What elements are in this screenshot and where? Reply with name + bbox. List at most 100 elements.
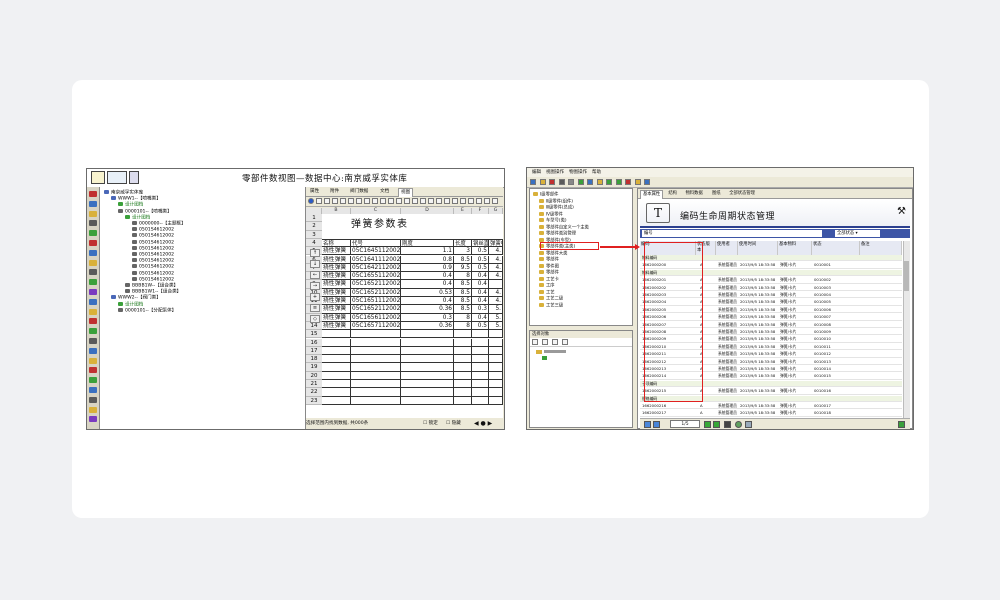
tool-icon[interactable] (89, 240, 97, 246)
toolbar-icon[interactable] (452, 198, 458, 204)
right-tree-panel[interactable]: Ⅰ级零部件 Ⅱ级零件(组件) Ⅲ级零件(总成) Ⅳ级零件 车型号(类) 零部件自定义一个主… (529, 188, 633, 326)
empty-cell[interactable] (351, 330, 401, 339)
table-cell[interactable]: 8.5 (454, 255, 472, 264)
tree-node[interactable]: 0501S4612002 (132, 227, 174, 233)
toolbar-icon[interactable] (587, 179, 593, 185)
empty-cell[interactable] (322, 330, 351, 339)
table-cell[interactable]: 8.5 (454, 305, 472, 314)
toolbar-icon[interactable] (468, 198, 474, 204)
toolbar-icon[interactable] (492, 198, 498, 204)
empty-cell[interactable] (322, 363, 351, 372)
empty-cell[interactable] (401, 355, 454, 364)
empty-cell[interactable] (472, 338, 489, 347)
toolbar-icon[interactable] (436, 198, 442, 204)
table-cell[interactable]: 4. (489, 247, 503, 256)
table-cell[interactable]: 05C1642112002 (351, 263, 401, 273)
table-cell[interactable]: 0.4 (472, 272, 489, 281)
sheet-tool-button[interactable]: ↑ (310, 249, 320, 257)
tab-3[interactable]: 图纸 (710, 190, 723, 198)
tree-node[interactable]: 零部件 (539, 257, 559, 263)
empty-cell[interactable] (454, 346, 472, 356)
empty-cell[interactable] (472, 330, 489, 339)
empty-cell[interactable] (351, 380, 401, 389)
tree-node[interactable]: 0501S4612002 (132, 276, 174, 283)
table-cell[interactable]: 1.1 (401, 247, 454, 256)
table-header-cell[interactable]: 备注 (860, 241, 902, 255)
empty-cell[interactable] (472, 371, 489, 380)
empty-cell[interactable] (472, 355, 489, 364)
toolbar-icon[interactable] (332, 198, 338, 204)
table-cell[interactable]: 8 (454, 272, 472, 281)
table-cell[interactable]: 05C1657112002 (351, 321, 401, 331)
table-cell[interactable]: 0.36 (401, 305, 454, 314)
table-cell[interactable]: 挠性弹簧 (322, 305, 351, 314)
empty-cell[interactable] (351, 388, 401, 397)
tree-node[interactable]: 工序 (539, 283, 555, 289)
tree-node[interactable]: 零部件自定义一个主类 (539, 224, 589, 231)
menu-item[interactable]: 物图操作 (569, 170, 587, 175)
tool-icon[interactable] (89, 338, 97, 344)
empty-cell[interactable] (489, 355, 503, 364)
empty-cell[interactable] (351, 371, 401, 380)
table-cell[interactable] (489, 280, 503, 289)
empty-cell[interactable] (454, 380, 472, 389)
toolbar-icon[interactable] (356, 198, 362, 204)
tree-node[interactable]: 零件图 (539, 263, 559, 270)
table-cell[interactable]: 05C1645112002 (351, 247, 401, 256)
table-cell[interactable]: 0.4 (472, 297, 489, 306)
toolbar-icon[interactable] (388, 198, 394, 204)
empty-cell[interactable] (322, 346, 351, 356)
toolbar-icon[interactable] (340, 198, 346, 204)
tool-icon[interactable] (89, 298, 97, 305)
toolbar-icon[interactable] (444, 198, 450, 204)
tree-node[interactable]: Ⅲ级零件(总成) (539, 205, 574, 211)
table-cell[interactable]: 3 (454, 247, 472, 256)
delete-icon[interactable] (542, 339, 548, 345)
menu-item[interactable]: 编辑 (532, 170, 541, 175)
table-header-cell[interactable]: 使用者 (716, 241, 738, 255)
empty-cell[interactable] (351, 355, 401, 364)
toolbar-icon[interactable] (380, 198, 386, 204)
table-cell[interactable]: 0.4 (401, 272, 454, 281)
tree-node[interactable]: Ⅰ级零部件 (533, 192, 558, 198)
export-icon[interactable] (745, 421, 752, 428)
menu-item[interactable]: 视图操作 (546, 170, 564, 175)
table-cell[interactable]: 5. (489, 321, 503, 331)
table-cell[interactable]: 0.5 (472, 255, 489, 264)
status-checkbox-lock[interactable]: ☐ 锁定 (423, 418, 438, 429)
empty-cell[interactable] (351, 396, 401, 405)
empty-cell[interactable] (322, 388, 351, 397)
nav-icons[interactable]: ◀ ● ▶ (474, 418, 492, 429)
tool-icon[interactable] (89, 377, 97, 384)
table-cell[interactable]: 0.5 (472, 321, 489, 331)
tool-icon[interactable] (89, 347, 97, 354)
empty-cell[interactable] (489, 388, 503, 397)
table-cell[interactable]: 8.5 (454, 280, 472, 289)
empty-cell[interactable] (472, 346, 489, 356)
empty-cell[interactable] (322, 371, 351, 380)
empty-cell[interactable] (489, 338, 503, 347)
toolbar-icon[interactable] (460, 198, 466, 204)
empty-cell[interactable] (489, 380, 503, 389)
tool-icon[interactable] (89, 396, 97, 403)
empty-cell[interactable] (454, 388, 472, 397)
tree-node[interactable]: 工艺 (539, 289, 555, 296)
toolbar-icon[interactable] (615, 179, 622, 185)
tree-node[interactable]: 设计图档 (118, 202, 143, 208)
tree-node[interactable]: BBBB1W--【组合类】 (125, 283, 178, 289)
table-cell[interactable]: 0.4 (472, 288, 489, 297)
table-cell[interactable]: 4. (489, 255, 503, 264)
empty-cell[interactable] (454, 330, 472, 339)
empty-cell[interactable] (489, 330, 503, 339)
status-filter-select[interactable]: 全部状态 ▾ (835, 230, 880, 237)
tool-icon[interactable] (89, 279, 97, 286)
table-cell[interactable]: 0.5 (472, 247, 489, 256)
empty-cell[interactable] (351, 346, 401, 356)
left-tree-panel[interactable]: 南京威孚实体库 WWW1--【喷嘴类】 设计图档 0000101--【喷嘴类】 设计图档… (100, 187, 306, 429)
table-cell[interactable]: 4. (489, 272, 503, 281)
first-page-icon[interactable] (644, 421, 651, 428)
empty-cell[interactable] (472, 388, 489, 397)
table-cell[interactable]: 4. (489, 263, 503, 273)
table-cell[interactable]: 0.8 (401, 255, 454, 264)
tab-4[interactable]: 全部状态管理 (727, 190, 757, 198)
